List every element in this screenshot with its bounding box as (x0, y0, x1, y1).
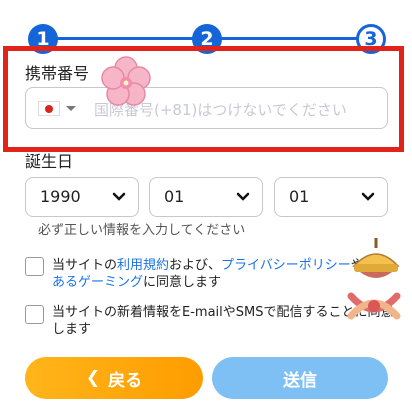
terms-checkbox[interactable] (25, 257, 44, 276)
terms-link[interactable]: 利用規約 (117, 258, 169, 273)
knot-sticker-icon (347, 292, 401, 320)
chevron-down-icon (112, 192, 126, 201)
send-button[interactable]: 送信 (212, 357, 388, 399)
send-label: 送信 (283, 370, 317, 391)
day-value: 01 (289, 187, 310, 206)
chevron-down-icon (361, 192, 375, 201)
day-select[interactable]: 01 (274, 177, 388, 217)
birthday-label: 誕生日 (25, 152, 74, 171)
year-value: 1990 (40, 187, 81, 206)
year-select[interactable]: 1990 (25, 177, 139, 217)
plum-blossom-sticker-icon (101, 56, 151, 106)
hat-sticker-icon (352, 238, 400, 278)
chevron-down-icon (236, 192, 250, 201)
birthday-hint: 必ず正しい情報を入力してください (38, 223, 246, 238)
privacy-policy-link[interactable]: プライバシーポリシー (221, 258, 351, 273)
back-label: 戻る (108, 370, 143, 391)
month-value: 01 (164, 187, 185, 206)
newsletter-checkbox[interactable] (25, 305, 44, 324)
highlight-box (3, 46, 404, 152)
month-select[interactable]: 01 (149, 177, 263, 217)
chevron-left-icon: ❮ (85, 368, 101, 388)
back-button[interactable]: ❮ 戻る (25, 357, 203, 399)
